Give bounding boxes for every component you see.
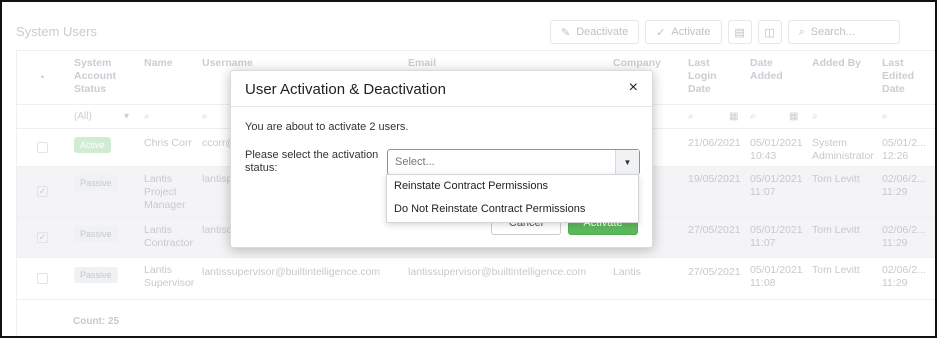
select-placeholder: Select... xyxy=(395,156,435,168)
activation-status-label: Please select the activation status: xyxy=(245,149,379,174)
chevron-down-icon[interactable]: ▼ xyxy=(615,150,639,174)
dialog-header: User Activation & Deactivation × xyxy=(231,71,652,107)
dialog-message: You are about to activate 2 users. xyxy=(245,121,409,133)
screen-frame: System Users ✎ Deactivate ✓ Activate ▤ ◫… xyxy=(0,0,937,338)
dialog-title: User Activation & Deactivation xyxy=(245,81,446,98)
activation-status-dropdown: Reinstate Contract Permissions Do Not Re… xyxy=(386,174,639,223)
close-icon[interactable]: × xyxy=(629,79,638,97)
option-do-not-reinstate[interactable]: Do Not Reinstate Contract Permissions xyxy=(387,198,638,221)
option-reinstate[interactable]: Reinstate Contract Permissions xyxy=(387,175,638,198)
activation-status-select[interactable]: Select... ▼ xyxy=(387,149,640,175)
